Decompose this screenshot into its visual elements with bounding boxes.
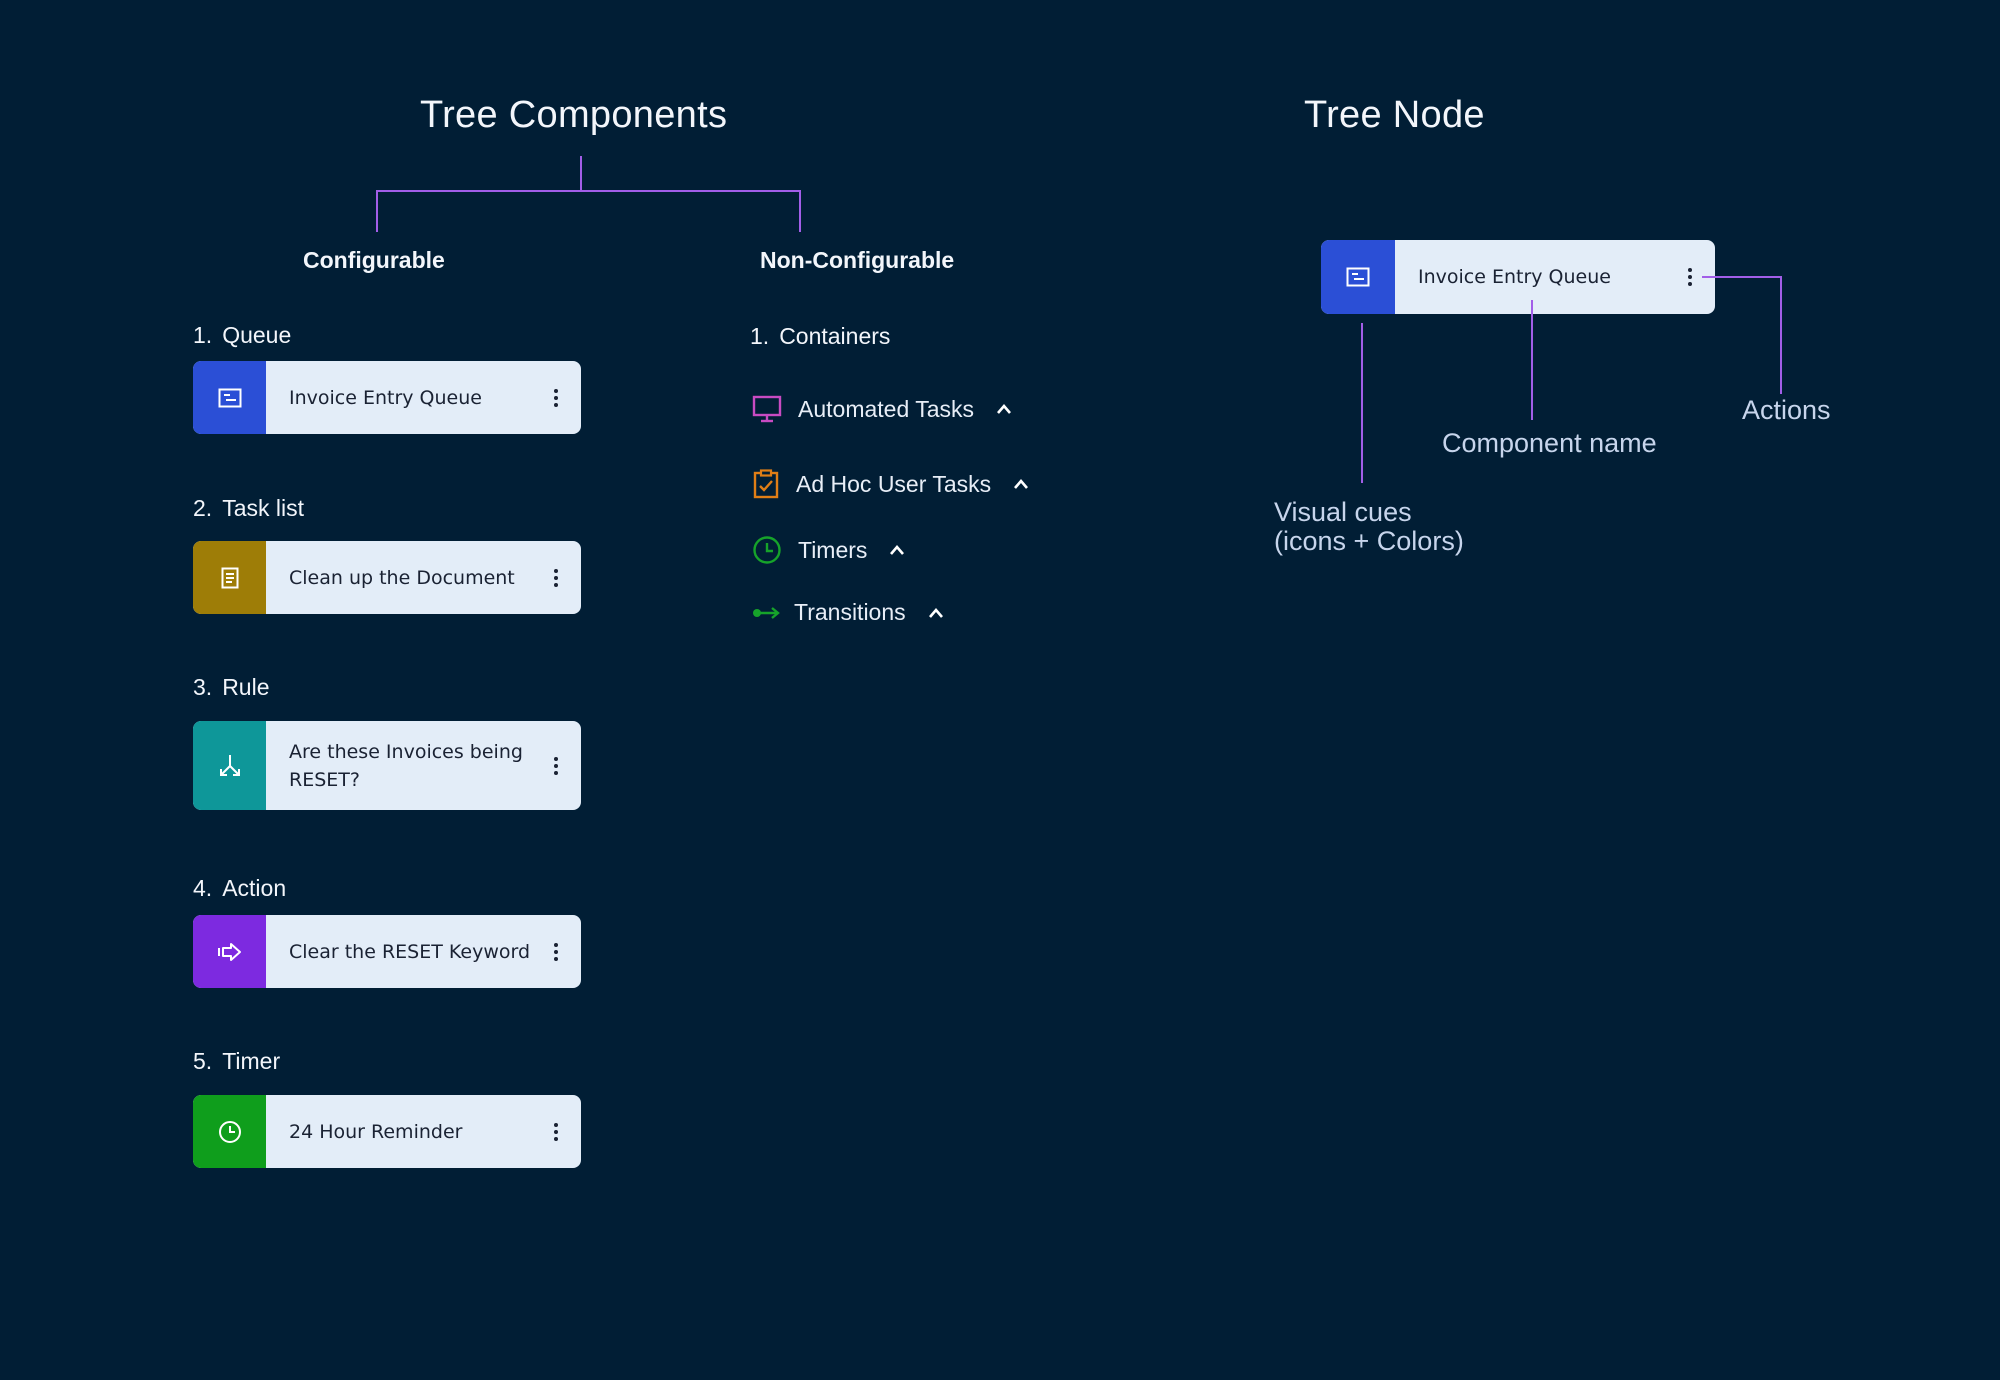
timer-section-label: 5. Timer: [193, 1048, 280, 1075]
action-arrow-icon: [193, 915, 266, 988]
chevron-up-icon[interactable]: [996, 403, 1012, 415]
task-list-section-label: 2. Task list: [193, 495, 304, 522]
item-number: 1.: [750, 323, 770, 349]
rule-node[interactable]: Are these Invoices being RESET?: [193, 721, 581, 810]
more-actions-icon[interactable]: [531, 721, 581, 810]
tree-node-title: Tree Node: [1304, 94, 1485, 136]
node-name: Clear the RESET Keyword: [289, 940, 531, 963]
clipboard-check-icon: [752, 469, 780, 499]
containers-section-label: 1. Containers: [750, 323, 890, 350]
container-ad-hoc-user-tasks[interactable]: Ad Hoc User Tasks: [752, 469, 1029, 499]
container-timers[interactable]: Timers: [752, 535, 905, 565]
chevron-up-icon[interactable]: [928, 607, 944, 619]
item-label: Timer: [222, 1048, 281, 1074]
item-number: 2.: [193, 495, 213, 521]
container-transitions[interactable]: Transitions: [752, 599, 944, 626]
visual-cues-connector: [1361, 323, 1363, 483]
chevron-up-icon[interactable]: [1013, 478, 1029, 490]
transition-arrow-icon: [752, 606, 782, 620]
non-configurable-heading: Non-Configurable: [760, 247, 955, 273]
node-name: Clean up the Document: [289, 566, 515, 589]
node-name: Invoice Entry Queue: [289, 386, 482, 409]
document-icon: [193, 541, 266, 614]
bracket-left-leg: [376, 190, 378, 232]
container-label: Automated Tasks: [798, 395, 975, 422]
configurable-heading: Configurable: [303, 247, 445, 273]
container-label: Ad Hoc User Tasks: [796, 470, 992, 497]
container-label: Timers: [798, 536, 868, 563]
clock-icon: [193, 1095, 266, 1168]
more-actions-icon[interactable]: [531, 1095, 581, 1168]
actions-annotation: Actions: [1742, 395, 1831, 425]
queue-icon: [1321, 240, 1395, 314]
monitor-icon: [752, 395, 782, 423]
action-node[interactable]: Clear the RESET Keyword: [193, 915, 581, 988]
more-actions-icon[interactable]: [531, 915, 581, 988]
more-actions-icon[interactable]: [531, 541, 581, 614]
component-name-annotation: Component name: [1442, 428, 1657, 458]
queue-section-label: 1. Queue: [193, 322, 291, 349]
chevron-up-icon[interactable]: [889, 544, 905, 556]
node-name: Are these Invoices being RESET?: [289, 740, 523, 791]
actions-connector-horizontal: [1702, 276, 1782, 278]
item-label: Rule: [222, 674, 270, 700]
split-arrow-icon: [193, 721, 266, 810]
item-label: Containers: [779, 323, 891, 349]
tree-node-example[interactable]: Invoice Entry Queue: [1321, 240, 1715, 314]
visual-cues-line-2: (icons + Colors): [1274, 526, 1464, 556]
actions-connector-vertical: [1780, 276, 1782, 394]
container-automated-tasks[interactable]: Automated Tasks: [752, 395, 1012, 423]
item-number: 5.: [193, 1048, 213, 1074]
visual-cues-line-1: Visual cues: [1274, 497, 1412, 527]
item-number: 1.: [193, 322, 213, 348]
visual-cues-annotation: Visual cues (icons + Colors): [1274, 498, 1464, 556]
bracket-stem: [580, 156, 582, 192]
node-name: Invoice Entry Queue: [1418, 266, 1611, 288]
item-number: 3.: [193, 674, 213, 700]
tree-components-title: Tree Components: [420, 94, 728, 136]
action-section-label: 4. Action: [193, 875, 286, 902]
queue-node[interactable]: Invoice Entry Queue: [193, 361, 581, 434]
bracket-bar: [376, 190, 801, 192]
timer-node[interactable]: 24 Hour Reminder: [193, 1095, 581, 1168]
more-actions-icon[interactable]: [531, 361, 581, 434]
bracket-right-leg: [799, 190, 801, 232]
item-label: Queue: [222, 322, 292, 348]
queue-icon: [193, 361, 266, 434]
component-name-connector: [1531, 300, 1533, 420]
container-label: Transitions: [794, 599, 906, 625]
clock-icon: [752, 535, 782, 565]
node-name: 24 Hour Reminder: [289, 1120, 463, 1143]
item-label: Action: [222, 875, 287, 901]
task-list-node[interactable]: Clean up the Document: [193, 541, 581, 614]
rule-section-label: 3. Rule: [193, 674, 270, 701]
item-label: Task list: [222, 495, 304, 521]
item-number: 4.: [193, 875, 213, 901]
